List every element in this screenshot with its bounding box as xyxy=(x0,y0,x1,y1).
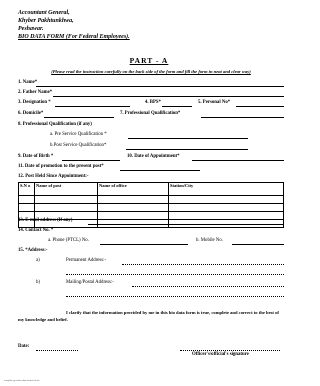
field-mailing-address-label: Mailing/Postal Address:- xyxy=(66,280,114,285)
col-name-of-post: Name of post xyxy=(34,182,98,196)
date-line[interactable] xyxy=(36,350,78,351)
field-designation-label: 3. Designation * xyxy=(18,100,51,105)
field-posts-held-label: 12. Post Held Since Appointment:- xyxy=(18,174,89,179)
field-prof-qual-label: 7. Professional Qualification* xyxy=(120,111,181,116)
field-mailing-address-line-1[interactable] xyxy=(132,286,284,287)
header-line-1: Accountant General, xyxy=(18,10,70,16)
field-mailing-address-line-2[interactable] xyxy=(66,296,284,297)
field-doa-line[interactable] xyxy=(192,160,284,161)
field-pre-service-label: a. Pre Service Qualification * xyxy=(50,132,107,137)
header-line-2: Khyber Pakhtunkhwa, xyxy=(18,18,74,24)
field-permanent-address-label: Permanent Address:- xyxy=(66,258,107,263)
field-permanent-marker: a) xyxy=(36,258,40,263)
field-promotion-label: 11. Date of promotion to the present pos… xyxy=(18,164,104,169)
field-mailing-marker: b) xyxy=(36,280,40,285)
field-designation-line[interactable] xyxy=(55,106,130,107)
posts-table-header: S.N o Name of post Name of office Statio… xyxy=(18,182,284,196)
part-title: PART - A xyxy=(0,56,298,65)
field-phone-line[interactable] xyxy=(100,244,188,245)
field-name-label: 1. Name* xyxy=(18,80,38,85)
field-post-service-line[interactable] xyxy=(126,149,248,150)
col-station-city: Station/City xyxy=(168,182,284,196)
field-permanent-address-line-1[interactable] xyxy=(122,264,284,265)
field-dob-label: 9. Date of Birth * xyxy=(18,154,54,159)
form-title: BIO DATA FORM (For Federal Employees). xyxy=(18,34,130,40)
date-label: Date: xyxy=(18,344,30,349)
field-address-label: 15. *Address:- xyxy=(18,248,48,253)
field-email-line[interactable] xyxy=(88,224,284,225)
field-permanent-address-line-2[interactable] xyxy=(66,274,284,275)
signature-label: Officer's/official's signature xyxy=(192,352,249,357)
field-dob-line[interactable] xyxy=(62,160,120,161)
field-father-name-label: 2. Father Name* xyxy=(18,90,53,95)
col-name-of-office: Name of office xyxy=(97,182,169,196)
field-personal-no-line[interactable] xyxy=(236,106,284,107)
form-header: Accountant General, Khyber Pakhtunkhwa, … xyxy=(18,9,130,41)
field-phone-label: a. Phone (PTCL) No. xyxy=(48,238,89,243)
field-personal-no-label: 5. Personal No* xyxy=(198,100,231,105)
field-domicile-line[interactable] xyxy=(44,117,114,118)
col-sno: S.N o xyxy=(18,182,35,196)
field-email-label: 13. E-mail address (If any) xyxy=(18,218,73,223)
field-domicile-label: 6. Domicile* xyxy=(18,111,44,116)
field-bps-label: 4. BPS* xyxy=(145,100,161,105)
field-mobile-line[interactable] xyxy=(232,244,284,245)
part-title-text: PART - A xyxy=(129,56,169,65)
footer-text: template.govt.bio.data.form.federal xyxy=(4,379,40,382)
table-row[interactable] xyxy=(18,195,284,204)
field-father-name-line[interactable] xyxy=(53,96,284,97)
field-promotion-line[interactable] xyxy=(120,170,200,171)
instruction-text: (Please read the instruction carefully o… xyxy=(51,69,251,74)
header-line-3: Peshawar. xyxy=(18,26,44,32)
form-page: Accountant General, Khyber Pakhtunkhwa, … xyxy=(0,0,298,386)
field-prof-qual-any-label: 8. Professional Qualification (if any) xyxy=(18,122,92,127)
field-pre-service-line[interactable] xyxy=(128,138,248,139)
signature-line[interactable] xyxy=(180,350,280,351)
field-doa-label: 10. Date of Appointment* xyxy=(127,154,180,159)
field-contact-label: 14. Contact No. * xyxy=(18,228,54,233)
field-prof-qual-line[interactable] xyxy=(201,117,284,118)
field-mobile-label: b. Mobile No. xyxy=(196,238,223,243)
field-bps-line[interactable] xyxy=(162,106,192,107)
table-row[interactable] xyxy=(18,203,284,212)
field-name-line[interactable] xyxy=(36,86,284,87)
declaration-text: I clarify that the information provided … xyxy=(18,310,279,322)
field-post-service-label: b.Post Service Qualification* xyxy=(50,143,107,148)
